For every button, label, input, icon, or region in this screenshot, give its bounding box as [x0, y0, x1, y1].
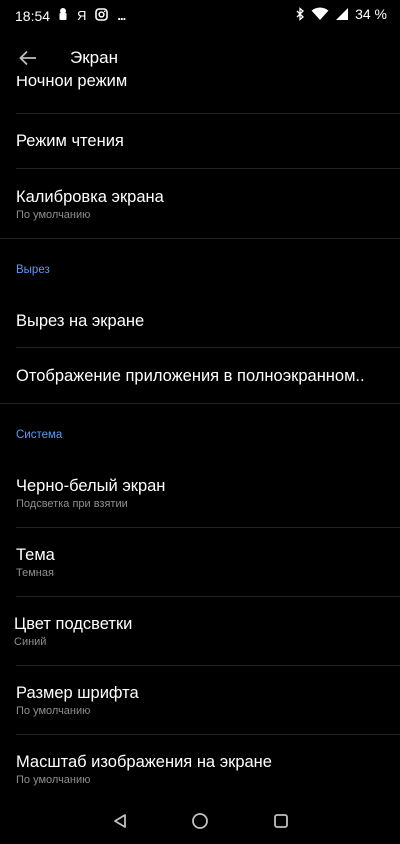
list-item-reading-mode[interactable]: Режим чтения — [0, 114, 400, 168]
item-summary: По умолчанию — [16, 705, 91, 717]
battery-text: 34 % — [355, 6, 387, 22]
list-item-monochrome-screen[interactable]: Черно-белый экран Подсветка при взятии — [0, 459, 400, 527]
list-item-screen-calibration[interactable]: Калибровка экрана По умолчанию — [0, 169, 400, 238]
item-title: Масштаб изображения на экране — [16, 753, 272, 771]
item-title: Цвет подсветки — [14, 615, 133, 633]
list-item-font-size[interactable]: Размер шрифта По умолчанию — [0, 666, 400, 734]
item-summary: По умолчанию — [16, 209, 91, 221]
bluetooth-icon — [295, 7, 305, 21]
navigation-bar — [0, 796, 400, 844]
instagram-icon — [95, 7, 109, 25]
nav-back-button[interactable] — [107, 808, 133, 834]
item-title: Режим чтения — [16, 132, 124, 150]
item-title: Вырез на экране — [16, 312, 145, 330]
section-header-cutout: Вырез — [16, 264, 50, 276]
system-status: 34 % — [295, 6, 387, 22]
arrow-back-icon — [19, 50, 36, 66]
list-item-fullscreen-apps[interactable]: Отображение приложения в полноэкранном.. — [0, 348, 400, 403]
item-title: Тема — [16, 546, 55, 564]
wifi-icon — [311, 7, 329, 21]
status-bar: 18:54 Я ... 34 % — [0, 0, 400, 32]
nav-home-button[interactable] — [187, 808, 213, 834]
list-item-display-cutout[interactable]: Вырез на экране — [0, 294, 400, 347]
status-time: 18:54 — [15, 8, 51, 24]
item-summary: Подсветка при взятии — [16, 498, 128, 510]
list-item-theme[interactable]: Тема Темная — [0, 528, 400, 596]
more-notifications-icon: ... — [117, 8, 126, 23]
circle-home-icon — [192, 813, 208, 829]
square-recents-icon — [274, 814, 288, 828]
section-divider — [0, 403, 400, 404]
back-button[interactable] — [14, 44, 42, 72]
cell-signal-icon — [335, 7, 349, 21]
section-divider — [0, 238, 400, 239]
item-summary: По умолчанию — [16, 774, 91, 786]
triangle-back-icon — [114, 814, 126, 828]
page-title: Экран — [70, 48, 118, 67]
item-summary: Темная — [16, 567, 54, 579]
section-header-system: Система — [16, 429, 63, 441]
item-title: Калибровка экрана — [16, 188, 164, 206]
item-title: Черно-белый экран — [16, 477, 166, 495]
alarm-icon — [58, 7, 68, 25]
yandex-app-icon: Я — [77, 8, 87, 23]
list-item-display-size[interactable]: Масштаб изображения на экране По умолчан… — [0, 735, 400, 796]
list-item-accent-color[interactable]: Цвет подсветки Синий — [0, 597, 400, 665]
notification-icons: Я ... — [58, 7, 126, 25]
settings-list[interactable]: Ночной режим Режим чтения Калибровка экр… — [0, 76, 400, 796]
item-title: Ночной режим — [16, 76, 128, 90]
item-title: Отображение приложения в полноэкранном.. — [16, 367, 365, 385]
item-title: Размер шрифта — [16, 684, 139, 702]
nav-recents-button[interactable] — [268, 808, 294, 834]
item-summary: Синий — [14, 636, 47, 648]
list-item-night-mode[interactable]: Ночной режим — [0, 76, 400, 114]
